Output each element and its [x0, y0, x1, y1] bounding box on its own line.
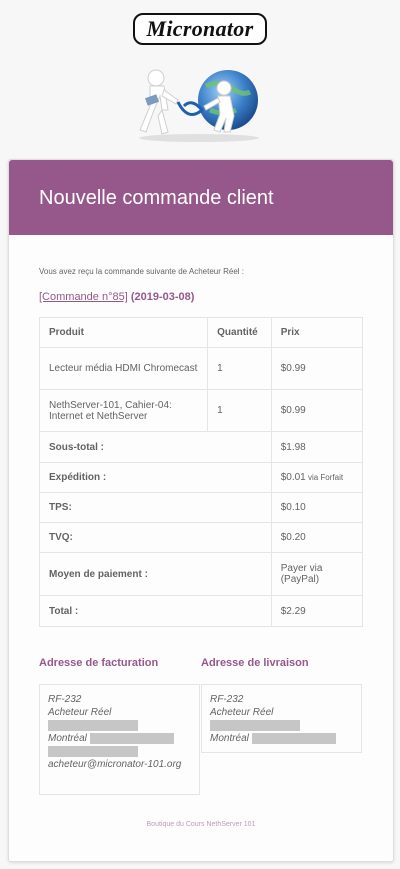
- order-link[interactable]: [Commande n°85]: [39, 291, 128, 303]
- billing-address-title: Adresse de facturation: [39, 657, 159, 669]
- shipping-cell: $0.01 via Forfait: [270, 462, 364, 493]
- redacted-block: [251, 732, 336, 744]
- order-date: (2019-03-08): [127, 291, 195, 303]
- item-price: $0.99: [270, 389, 364, 432]
- shipping-line1: RF-232: [210, 694, 244, 705]
- shipping-address-box: RF-232 Acheteur Réel Montréal: [201, 684, 362, 753]
- table-header-row: Produit Quantité Prix: [38, 317, 364, 348]
- shipping-line2: Acheteur Réel: [210, 707, 274, 718]
- payment-value: Payer via (PayPal): [270, 552, 364, 596]
- tps-value: $0.10: [270, 492, 364, 523]
- billing-line1: RF-232: [48, 694, 82, 705]
- payment-row: Moyen de paiement : Payer via (PayPal): [39, 552, 364, 596]
- redacted-block: [48, 719, 138, 731]
- subtotal-value: $1.98: [270, 431, 364, 463]
- micronator-logo: Micronator: [132, 13, 268, 45]
- redacted-block: [48, 745, 138, 757]
- tps-label: TPS:: [39, 492, 272, 523]
- order-title: [Commande n°85] (2019-03-08): [39, 291, 194, 303]
- email-heading: Nouvelle commande client: [39, 187, 274, 209]
- billing-city: Montréal: [48, 733, 87, 744]
- tvq-value: $0.20: [270, 522, 364, 553]
- subtotal-label: Sous-total :: [39, 431, 272, 463]
- shipping-label: Expédition :: [39, 462, 272, 493]
- email-header: Nouvelle commande client: [9, 160, 393, 235]
- item-product: NethServer-101, Cahier-04: Internet et N…: [38, 389, 209, 432]
- table-row: Lecteur média HDMI Chromecast 1 $0.99: [38, 347, 364, 390]
- shipping-address-title: Adresse de livraison: [201, 657, 309, 669]
- redacted-block: [89, 732, 174, 744]
- tvq-label: TVQ:: [39, 522, 272, 553]
- table-row: NethServer-101, Cahier-04: Internet et N…: [38, 389, 364, 432]
- tvq-row: TVQ: $0.20: [39, 522, 364, 553]
- column-header-product: Produit: [38, 317, 209, 348]
- column-header-quantity: Quantité: [207, 317, 272, 348]
- item-price: $0.99: [270, 347, 364, 390]
- order-table: Produit Quantité Prix Lecteur média HDMI…: [38, 317, 364, 627]
- email-footer: Boutique du Cours NethServer 101: [146, 821, 256, 828]
- header-illustration: [139, 69, 259, 142]
- item-quantity: 1: [207, 389, 272, 432]
- intro-text: Vous avez reçu la commande suivante de A…: [39, 267, 245, 276]
- total-row: Total : $2.29: [39, 595, 364, 627]
- column-header-price: Prix: [270, 317, 364, 348]
- shipping-value: $0.01: [280, 472, 306, 483]
- item-quantity: 1: [207, 347, 272, 390]
- item-product: Lecteur média HDMI Chromecast: [38, 347, 209, 390]
- payment-label: Moyen de paiement :: [39, 552, 272, 596]
- total-value: $2.29: [270, 595, 364, 627]
- shipping-city: Montréal: [210, 733, 249, 744]
- billing-line2: Acheteur Réel: [48, 707, 112, 718]
- shipping-row: Expédition : $0.01 via Forfait: [39, 462, 364, 493]
- shipping-method: via Forfait: [305, 473, 344, 482]
- order-email-card: Nouvelle commande client Vous avez reçu …: [8, 159, 394, 862]
- subtotal-row: Sous-total : $1.98: [39, 431, 364, 463]
- billing-address-box: RF-232 Acheteur Réel Montréal acheteur@m…: [39, 684, 200, 795]
- redacted-block: [210, 719, 300, 731]
- tps-row: TPS: $0.10: [39, 492, 364, 523]
- total-label: Total :: [39, 595, 272, 627]
- billing-email: acheteur@micronator-101.org: [48, 759, 182, 770]
- logo-header: Micronator: [0, 13, 400, 45]
